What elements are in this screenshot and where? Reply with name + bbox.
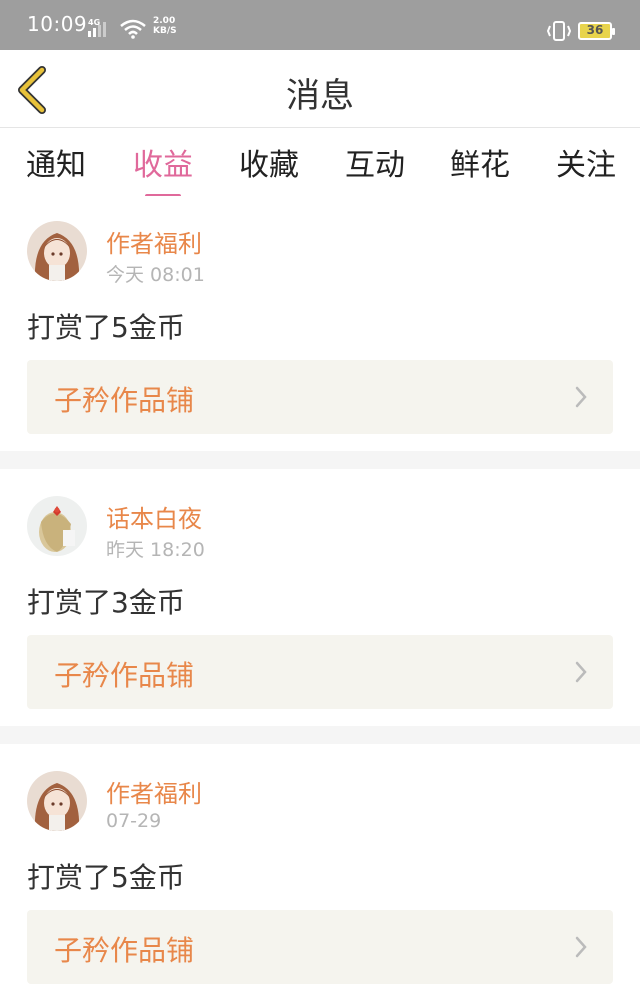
shop-link-label: 子矜作品铺 [54, 934, 195, 967]
shop-link-label: 子矜作品铺 [54, 384, 195, 417]
message-time: 07-29 [106, 810, 162, 832]
avatar[interactable] [27, 496, 87, 556]
network-speed: 2.00 KB/S [153, 16, 177, 36]
avatar-image [27, 221, 87, 281]
sender-name: 作者福利 [106, 780, 202, 808]
wifi-icon [120, 19, 146, 39]
message-card: 话本白夜 昨天 18:20 打赏了3金币 子矜作品铺 [0, 469, 640, 726]
avatar[interactable] [27, 771, 87, 831]
avatar-image [27, 771, 87, 831]
app-header: 消息 [0, 50, 640, 128]
sender-name: 话本白夜 [106, 505, 202, 533]
tab-bar: 通知 收益 1 收藏 互动 1 鲜花 关注 [0, 128, 640, 274]
tab-notifications[interactable]: 通知 [26, 140, 86, 190]
battery-icon: 36 [578, 22, 615, 40]
status-bar: 10:09 4G 2.00 KB/S 36 [0, 0, 640, 50]
shop-link[interactable]: 子矜作品铺 [27, 635, 613, 709]
avatar-image [27, 496, 87, 556]
chevron-right-icon [575, 661, 587, 683]
message-card: 作者福利 今天 08:01 打赏了5金币 子矜作品铺 [0, 196, 640, 451]
message-time: 今天 08:01 [106, 264, 205, 286]
tab-favorites[interactable]: 收藏 [239, 140, 299, 190]
tab-label: 收藏 [239, 148, 299, 183]
tab-label: 鲜花 [450, 148, 510, 183]
tab-label: 收益 [133, 148, 193, 183]
speed-unit: KB/S [153, 26, 177, 36]
tab-label: 关注 [556, 148, 616, 183]
speed-value: 2.00 [153, 16, 176, 26]
signal-icon [88, 22, 106, 37]
chevron-right-icon [575, 386, 587, 408]
battery-level: 36 [586, 23, 604, 37]
message-text: 打赏了3金币 [27, 586, 185, 619]
page-title: 消息 [286, 76, 354, 116]
tab-flowers[interactable]: 鲜花 [450, 140, 510, 190]
shop-link-label: 子矜作品铺 [54, 659, 195, 692]
shop-link[interactable]: 子矜作品铺 [27, 360, 613, 434]
avatar[interactable] [27, 221, 87, 281]
chevron-right-icon [575, 936, 587, 958]
tab-label: 通知 [26, 148, 86, 183]
message-text: 打赏了5金币 [27, 311, 185, 344]
message-card: 作者福利 07-29 打赏了5金币 子矜作品铺 [0, 744, 640, 993]
tab-label: 互动 [345, 148, 405, 183]
tab-following[interactable]: 关注 [556, 140, 616, 190]
tab-earnings[interactable]: 收益 [133, 140, 193, 198]
card-divider [0, 451, 640, 469]
shop-link[interactable]: 子矜作品铺 [27, 910, 613, 984]
message-text: 打赏了5金币 [27, 861, 185, 894]
tab-interactions[interactable]: 互动 [345, 140, 405, 190]
vibrate-icon [546, 21, 572, 41]
status-time: 10:09 [27, 12, 88, 36]
card-divider [0, 726, 640, 744]
message-time: 昨天 18:20 [106, 539, 205, 561]
sender-name: 作者福利 [106, 230, 202, 258]
